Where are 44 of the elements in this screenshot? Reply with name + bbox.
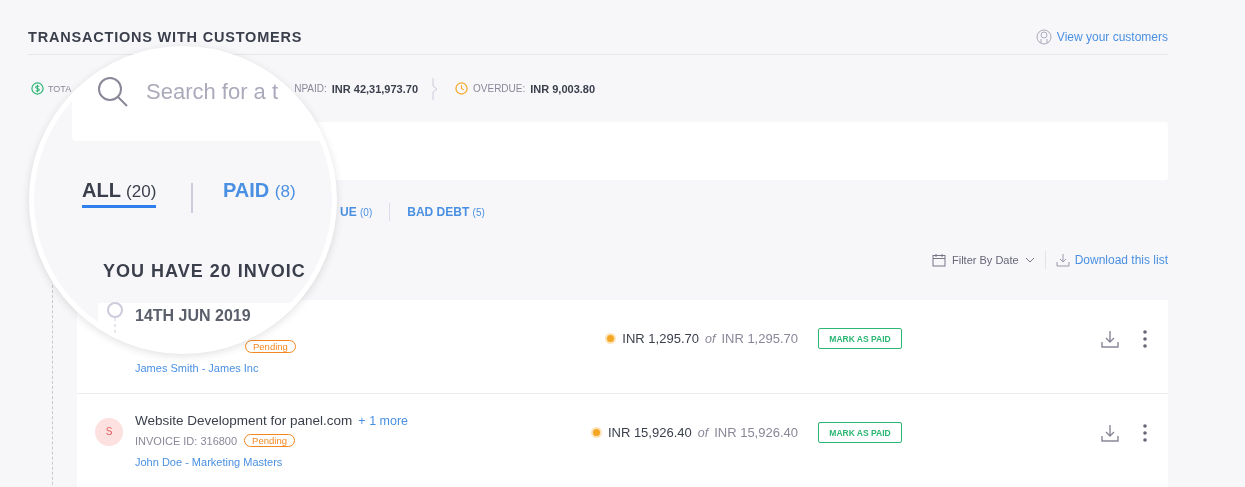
stat-label: OVERDUE:	[473, 83, 526, 94]
mark-as-paid-button[interactable]: MARK AS PAID	[818, 328, 902, 349]
search-icon	[96, 75, 130, 109]
invoice-id: INVOICE ID: 316800	[135, 434, 238, 447]
filter-tab[interactable]: PAID (8)	[223, 179, 296, 205]
of-label: of	[704, 331, 716, 346]
more-options-icon[interactable]	[1142, 328, 1148, 349]
section-title: TRANSACTIONS WITH CUSTOMERS	[28, 29, 303, 45]
calendar-icon	[932, 253, 946, 267]
avatar: S	[95, 417, 123, 446]
download-icon[interactable]	[1100, 422, 1120, 443]
stat-label: TOTA	[48, 83, 72, 94]
user-icon	[1035, 29, 1052, 45]
chevron-down-icon	[1024, 257, 1035, 263]
invoice-title: Website Development for panel.com	[135, 413, 353, 428]
amount: INR 1,295.70	[622, 331, 699, 346]
customer-link[interactable]: James Smith - James Inc	[135, 362, 259, 374]
invoice-count-heading: YOU HAVE 20 INVOIC	[103, 261, 306, 282]
dollar-icon	[31, 82, 44, 95]
search-field[interactable]: Search for a t	[146, 79, 279, 105]
status-dot	[607, 335, 615, 342]
amount: INR 15,926.40	[607, 425, 692, 440]
total-amount: INR 1,295.70	[721, 331, 798, 346]
view-customers-link[interactable]: View your customers	[1035, 29, 1168, 45]
stat-value: INR 9,003.80	[530, 82, 596, 95]
of-label: of	[697, 425, 709, 440]
customer-link[interactable]: John Doe - Marketing Masters	[135, 456, 283, 468]
filter-tab[interactable]: UE (0)	[340, 205, 373, 219]
filter-tab[interactable]: ALL (20)	[82, 179, 157, 208]
clock-icon	[455, 82, 468, 95]
download-icon	[1055, 253, 1070, 267]
stat-value: INR 42,31,973.70	[331, 82, 418, 95]
status-dot	[592, 429, 600, 436]
download-list-link[interactable]: Download this list	[1055, 253, 1168, 267]
more-link[interactable]: + 1 more	[358, 414, 409, 428]
more-options-icon[interactable]	[1142, 422, 1148, 443]
mark-as-paid-button[interactable]: MARK AS PAID	[818, 422, 902, 443]
separator-icon	[432, 77, 438, 100]
filter-by-date-button[interactable]: Filter By Date	[932, 253, 1035, 267]
total-amount: INR 15,926.40	[714, 425, 798, 440]
stat-label: NPAID:	[294, 83, 327, 94]
filter-tab[interactable]: BAD DEBT (5)	[407, 205, 485, 219]
download-icon[interactable]	[1100, 328, 1120, 349]
date-heading: 14TH JUN 2019	[135, 307, 251, 325]
